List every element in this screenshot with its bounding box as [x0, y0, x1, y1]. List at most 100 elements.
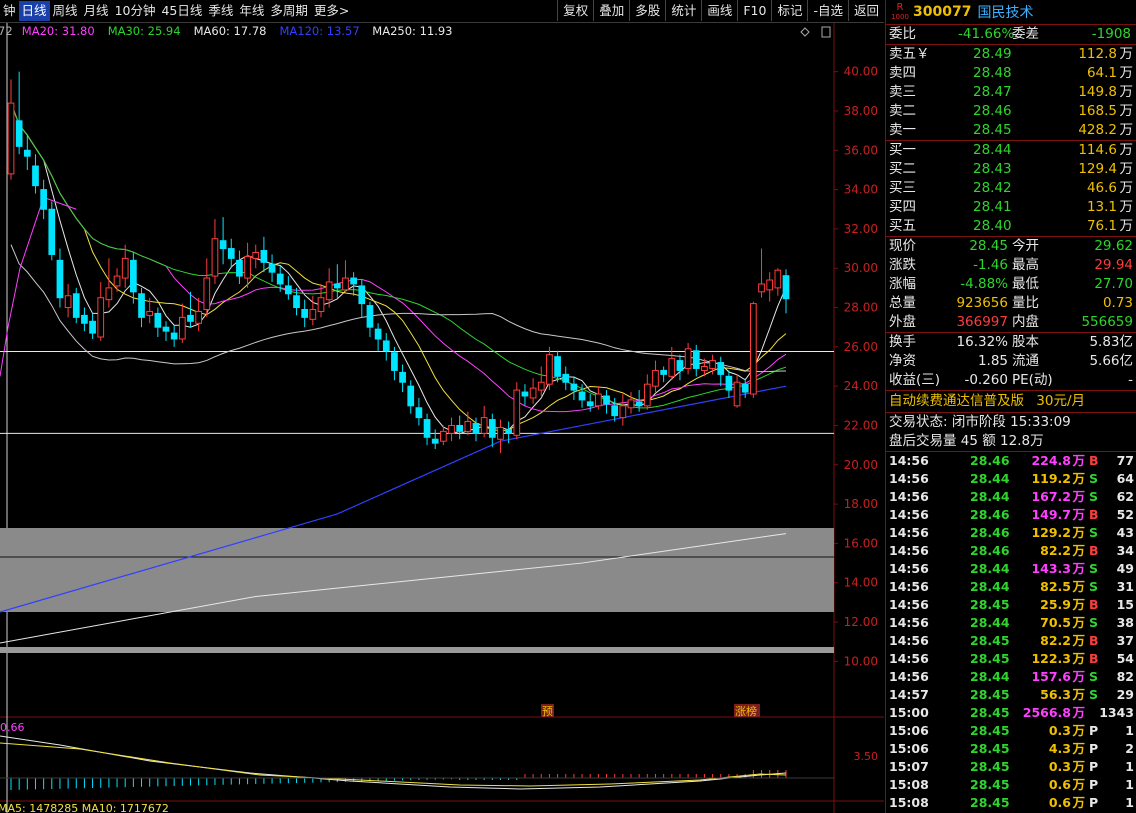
candle-up [652, 369, 659, 387]
tick-price: 28.44 [970, 669, 1010, 684]
candle-down [578, 391, 586, 401]
tick-price: 28.44 [970, 615, 1010, 630]
tab-period-6[interactable]: 季线 [205, 1, 236, 21]
candle-up [317, 297, 325, 312]
tick-count: 1 [1125, 723, 1134, 738]
tick-price: 28.46 [970, 453, 1010, 468]
candle-down [717, 362, 725, 375]
candle-down [130, 259, 137, 293]
stock-header: R 1000 300077 国民技术 [886, 0, 1136, 25]
tab-period-5[interactable]: 45日线 [158, 1, 205, 21]
promo-banner[interactable]: 自动续费通达信普及版 30元/月 [886, 391, 1136, 413]
price-axis-label: 36.00 [844, 143, 878, 157]
candle-up [146, 310, 154, 316]
candle-down [725, 375, 733, 391]
candle-up [774, 269, 782, 289]
stat-label: 换手 [889, 334, 916, 350]
level-price: 28.40 [973, 218, 1012, 234]
bid-levels: 买一 28.44 114.6 万买二 28.43 129.4 万买三 28.42 46.6 万买四… [886, 141, 1136, 237]
candle-down [488, 419, 496, 438]
tick-side: P [1089, 759, 1099, 774]
stat-value-2: 5.83亿 [1089, 334, 1133, 350]
tick-unit: 万 [1072, 723, 1085, 738]
level-volume: 64.1 [1086, 65, 1117, 81]
stat-row: 涨跌 -1.46 最高 29.94 [886, 256, 1136, 275]
stock-name[interactable]: 国民技术 [977, 2, 1033, 22]
toolbar-button-0[interactable]: 复权 [557, 0, 593, 21]
kline-chart[interactable]: 预 涨榜 40.00 38.00 36.00 34.00 32.00 30.00 28.00 2… [0, 23, 884, 813]
tick-side: S [1089, 561, 1099, 576]
tick-time: 15:06 [889, 741, 929, 756]
candle-up [766, 279, 774, 291]
tick-side: S [1089, 615, 1099, 630]
tick-price: 28.46 [970, 525, 1010, 540]
toolbar-button-7[interactable]: -自选 [807, 0, 848, 21]
tick-volume: 119.2 [1031, 471, 1071, 486]
tick-list[interactable]: 14:56 28.46 224.8 万 B 77 14:56 28.44 119.2 万 S 64 14… [886, 452, 1136, 812]
tick-side: S [1089, 669, 1099, 684]
stat-label-2: 内盘 [1012, 314, 1039, 330]
tick-time: 14:56 [889, 615, 929, 630]
tick-volume: 0.3 [1048, 759, 1071, 774]
candle-down [260, 250, 268, 263]
tick-time: 14:57 [889, 687, 929, 702]
level-unit: 万 [1119, 46, 1134, 62]
candle-up [64, 295, 72, 309]
toolbar-button-5[interactable]: F10 [737, 0, 771, 21]
level-label: 买二 [889, 161, 916, 177]
stat-value: 366997 [956, 314, 1008, 330]
tab-period-8[interactable]: 多周期 [267, 1, 311, 21]
bid-level: 买四 28.41 13.1 万 [886, 198, 1136, 217]
tick-time: 15:06 [889, 723, 929, 738]
price-axis-label: 26.00 [844, 340, 878, 354]
level-unit: 万 [1119, 122, 1134, 138]
toolbar-button-3[interactable]: 统计 [665, 0, 701, 21]
level-price: 28.45 [973, 122, 1012, 138]
tick-time: 15:00 [889, 705, 929, 720]
stat-value: -4.88% [960, 276, 1008, 292]
tick-side: P [1089, 777, 1099, 792]
toolbar-button-2[interactable]: 多股 [629, 0, 665, 21]
candle-up [513, 389, 521, 436]
candle-down [456, 424, 464, 432]
tick-row: 15:06 28.45 0.3 万 P 1 [886, 722, 1136, 740]
candle-down [285, 285, 292, 295]
toolbar-button-8[interactable]: 返回 [847, 0, 884, 21]
level-label: 卖二 [889, 103, 916, 119]
chip-band [0, 528, 834, 612]
tick-row: 15:00 28.45 2566.8 万 1343 [886, 704, 1136, 722]
tick-volume: 0.6 [1048, 795, 1071, 810]
tab-period-9[interactable]: 更多> [311, 1, 352, 21]
tab-period-1[interactable]: 日线 [18, 1, 50, 21]
fundamental-row: 换手 16.32% 股本 5.83亿 [886, 333, 1136, 352]
price-axis-label: 24.00 [844, 379, 878, 393]
diamond-icon [800, 27, 810, 37]
candle-down [431, 438, 439, 444]
stat-row: 总量 923656 量比 0.73 [886, 294, 1136, 313]
toolbar-button-1[interactable]: 叠加 [593, 0, 629, 21]
tab-period-2[interactable]: 周线 [50, 1, 81, 21]
tick-time: 14:56 [889, 525, 929, 540]
tab-period-3[interactable]: 月线 [81, 1, 112, 21]
after-hours-volume: 盘后交易量 45 额 12.8万 [886, 432, 1136, 452]
stat-label-2: 最高 [1012, 257, 1039, 273]
candle-down [187, 314, 194, 322]
tab-period-7[interactable]: 年线 [236, 1, 267, 21]
candle-down [407, 385, 415, 407]
tab-period-0[interactable]: 钟 [0, 1, 19, 21]
stat-row: 涨幅 -4.88% 最低 27.70 [886, 275, 1136, 294]
tab-period-4[interactable]: 10分钟 [112, 1, 159, 21]
chart-grid [0, 23, 884, 813]
candle-down [162, 326, 170, 332]
level-label: 卖四 [889, 65, 916, 81]
toolbar-button-6[interactable]: 标记 [771, 0, 807, 21]
price-axis-label: 12.00 [844, 615, 878, 629]
candle-up [97, 297, 105, 338]
tick-count: 43 [1116, 525, 1134, 540]
tick-unit: 万 [1072, 705, 1085, 720]
candle-up [252, 251, 260, 259]
level-label: 买一 [889, 142, 916, 158]
toolbar-button-4[interactable]: 画线 [701, 0, 737, 21]
tick-volume: 25.9 [1040, 597, 1071, 612]
period-tabs: 钟日线 周线 月线 10分钟 45日线 季线 年线 多周期 更多> [0, 0, 352, 22]
